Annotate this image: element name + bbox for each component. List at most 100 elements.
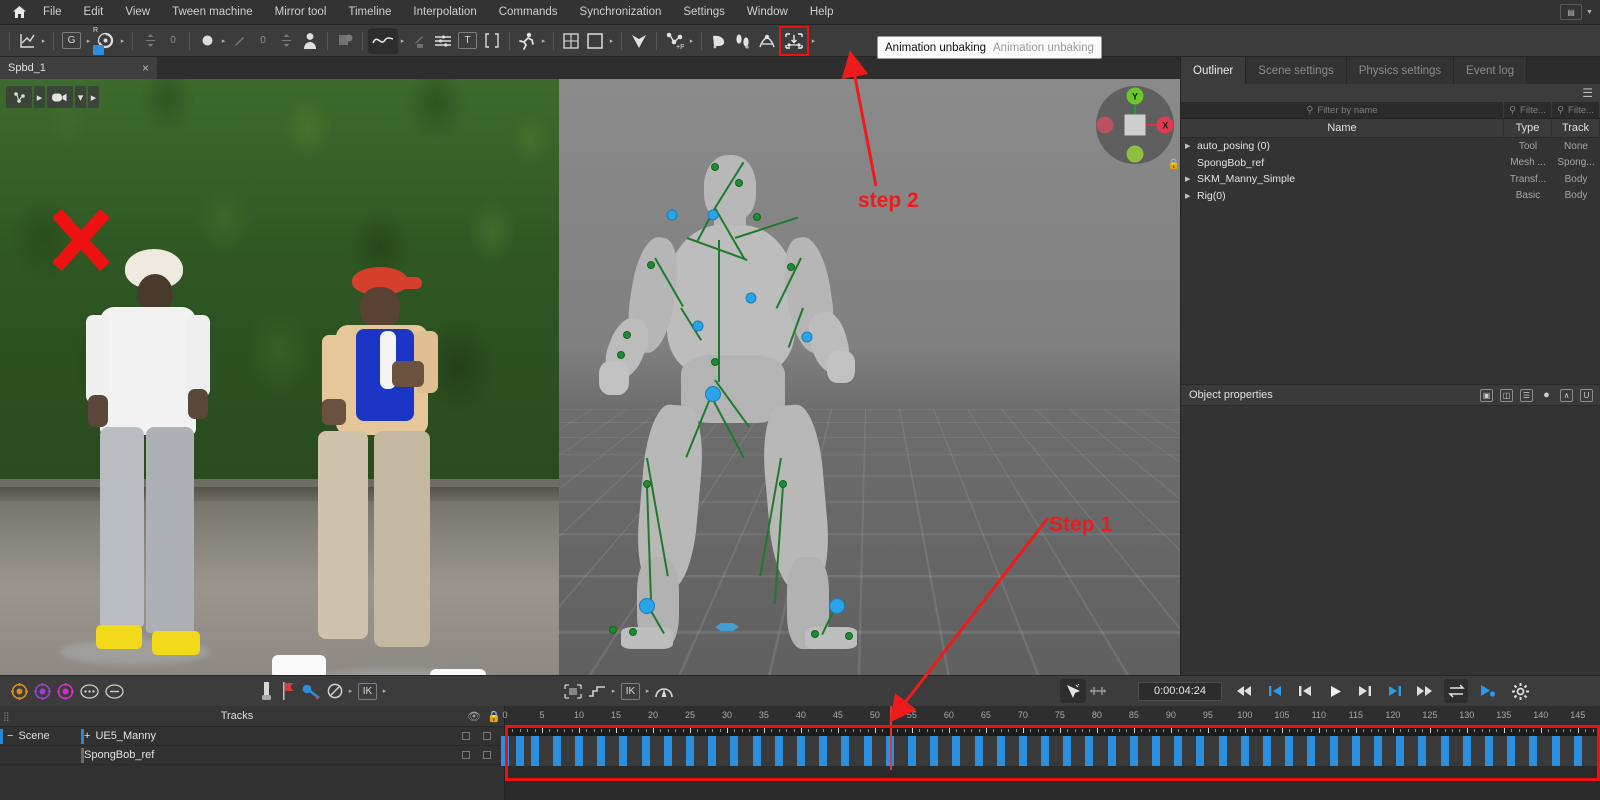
toolbar-numeric-field-2[interactable]: 0 <box>252 32 274 50</box>
track-lock-checkbox[interactable] <box>483 751 491 759</box>
node-graph-icon[interactable] <box>6 86 32 108</box>
keyframe-marker[interactable] <box>907 736 916 766</box>
keyframe-marker[interactable] <box>515 736 524 766</box>
lock-icon[interactable]: 🔒 <box>484 710 504 723</box>
menu-item-commands[interactable]: Commands <box>488 0 569 25</box>
menu-item-timeline[interactable]: Timeline <box>337 0 402 25</box>
tab-scene-settings[interactable]: Scene settings <box>1246 57 1347 84</box>
filter-track-input[interactable]: ⚲ Filte... <box>1552 102 1600 118</box>
chevron-right-icon[interactable]: ▸ <box>88 86 99 108</box>
character-icon[interactable] <box>298 28 322 54</box>
chevron-right-icon[interactable]: ▶ <box>1185 175 1193 183</box>
table-row[interactable]: − Scene + UE5_Manny <box>0 727 504 746</box>
keyframe-marker[interactable] <box>663 736 672 766</box>
chevron-right-icon[interactable]: ▸ <box>539 28 548 54</box>
pin-post-icon[interactable] <box>255 679 277 703</box>
magenta-key-icon[interactable] <box>54 679 77 703</box>
expand-toggle[interactable]: + <box>84 730 90 742</box>
jump-end-icon[interactable] <box>1384 679 1406 703</box>
menu-item-window[interactable]: Window <box>736 0 799 25</box>
align-keys-icon[interactable] <box>1086 679 1110 703</box>
ellipsis-oval-icon[interactable] <box>77 679 102 703</box>
reference-video-panel[interactable]: ▸ ▾ ▸ <box>0 79 559 675</box>
step-curve-icon[interactable] <box>585 679 609 703</box>
keyframe-marker[interactable] <box>974 736 983 766</box>
selection-dot-icon[interactable] <box>195 28 219 54</box>
lock-icon[interactable]: ∧ <box>1560 388 1573 402</box>
keyframe-marker[interactable] <box>1063 736 1072 766</box>
render-play-icon[interactable] <box>1476 679 1499 703</box>
gizmo-y-positive[interactable]: Y <box>1126 87 1144 105</box>
keyframe-marker[interactable] <box>1529 736 1538 766</box>
keyframe-marker[interactable] <box>863 736 872 766</box>
purple-key-icon[interactable] <box>31 679 54 703</box>
outliner-item[interactable]: ▶ auto_posing (0) <box>1181 140 1504 152</box>
keyframe-marker[interactable] <box>1041 736 1050 766</box>
keyframe-marker[interactable] <box>1351 736 1360 766</box>
split-icon[interactable]: ◫ <box>1500 388 1513 402</box>
table-row[interactable]: SpongBob_ref <box>0 746 504 765</box>
menu-item-help[interactable]: Help <box>799 0 845 25</box>
v-shape-icon[interactable] <box>627 28 651 54</box>
keyframe-marker[interactable] <box>1018 736 1027 766</box>
table-row[interactable]: ▶ SKM_Manny_Simple Transf... Body <box>1181 171 1600 188</box>
table-row[interactable]: ▶ auto_posing (0) Tool None <box>1181 138 1600 155</box>
joint-left-toe-end[interactable] <box>629 628 637 636</box>
chevron-right-icon[interactable]: ▸ <box>39 28 48 54</box>
joint-left-hand[interactable] <box>623 331 631 339</box>
menu-item-file[interactable]: File <box>32 0 73 25</box>
joint-left-knee[interactable] <box>643 480 651 488</box>
anchor-pose-icon[interactable] <box>755 28 779 54</box>
keyframe-marker[interactable] <box>1196 736 1205 766</box>
keyframe-marker[interactable] <box>1462 736 1471 766</box>
keyframe-marker[interactable] <box>1218 736 1227 766</box>
keyframe-marker[interactable] <box>841 736 850 766</box>
keyframe-marker[interactable] <box>796 736 805 766</box>
keyframe-marker[interactable] <box>930 736 939 766</box>
floor-gizmo[interactable] <box>707 619 747 631</box>
track-item[interactable]: + UE5_Manny <box>84 730 462 742</box>
menu-item-settings[interactable]: Settings <box>672 0 736 25</box>
keyframe-marker[interactable] <box>1307 736 1316 766</box>
chevron-right-icon[interactable]: ▸ <box>687 28 696 54</box>
node-graph-icon[interactable]: +P <box>662 28 687 54</box>
chevron-right-icon[interactable]: ▶ <box>1185 142 1193 150</box>
keyframe-marker[interactable] <box>1285 736 1294 766</box>
keyframe-marker[interactable] <box>774 736 783 766</box>
chevron-right-icon[interactable]: ▸ <box>809 28 818 54</box>
chevron-right-icon[interactable]: ▸ <box>346 678 355 704</box>
keyframe-marker[interactable] <box>501 736 509 766</box>
joint-right-shoulder[interactable] <box>753 213 761 221</box>
rewind-icon[interactable] <box>1234 679 1256 703</box>
arc-tool-icon[interactable] <box>652 679 676 703</box>
keyframe-marker[interactable] <box>530 736 539 766</box>
keyframe-marker[interactable] <box>1152 736 1161 766</box>
joint-right-toe[interactable] <box>811 630 819 638</box>
tab-outliner[interactable]: Outliner <box>1181 57 1247 84</box>
outliner-menu-icon[interactable]: ☰ <box>1181 84 1600 102</box>
menu-item-tween-machine[interactable]: Tween machine <box>161 0 264 25</box>
joint-right-wrist[interactable] <box>801 331 813 343</box>
home-icon[interactable] <box>6 0 32 25</box>
keyframe-marker[interactable] <box>1374 736 1383 766</box>
keyframe-marker[interactable] <box>1240 736 1249 766</box>
stepper-up-down-icon[interactable] <box>138 28 162 54</box>
filter-type-input[interactable]: ⚲ Filte... <box>1504 102 1552 118</box>
lock-pen-icon[interactable] <box>407 28 431 54</box>
joint-right-ankle[interactable] <box>829 598 845 614</box>
timeline-panel[interactable]: 0 5 10 15 20 25 30 35 40 45 50 55 60 65 70 75 80 85 90 95 10… <box>501 706 1600 800</box>
grid-snap-icon[interactable]: G <box>59 28 84 54</box>
keyframe-marker[interactable] <box>708 736 717 766</box>
joint-chest[interactable] <box>745 292 757 304</box>
keyframe-marker[interactable] <box>619 736 628 766</box>
keyframe-marker[interactable] <box>819 736 828 766</box>
animation-unbaking-button[interactable] <box>779 25 809 56</box>
timeline-ruler[interactable]: 0 5 10 15 20 25 30 35 40 45 50 55 60 65 70 75 80 85 90 95 10… <box>502 706 1600 725</box>
settings-gear-icon[interactable] <box>1509 679 1532 703</box>
keyframe-marker[interactable] <box>952 736 961 766</box>
chevron-right-icon[interactable]: ▸ <box>607 28 616 54</box>
axis-tool-icon[interactable] <box>15 28 39 54</box>
outliner-item[interactable]: ▶ SKM_Manny_Simple <box>1181 173 1504 185</box>
keyframe-marker[interactable] <box>1396 736 1405 766</box>
timeline-playhead[interactable] <box>889 706 892 770</box>
